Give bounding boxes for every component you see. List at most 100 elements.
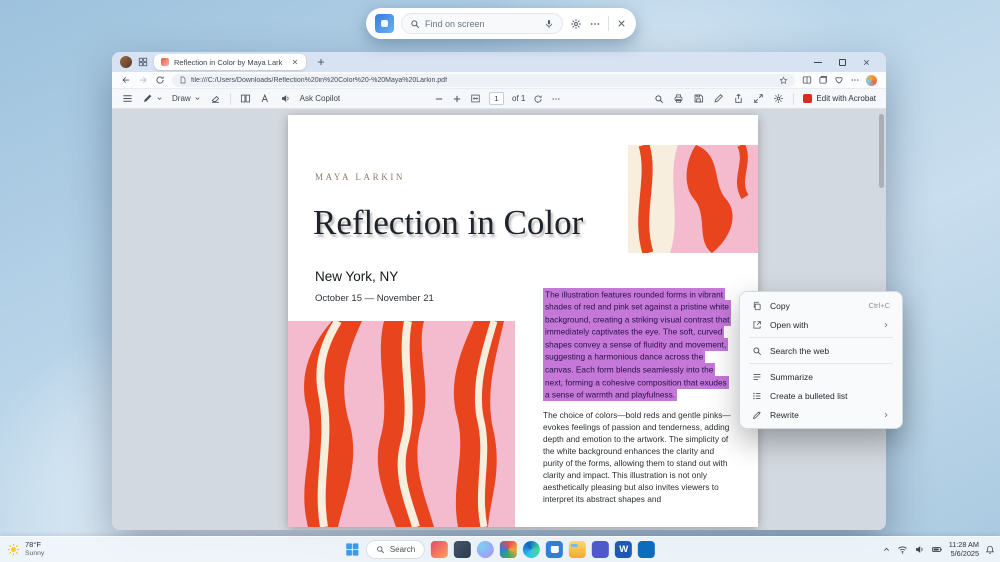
minimize-button[interactable] [806, 53, 830, 71]
edit-with-acrobat-button[interactable]: Edit with Acrobat [803, 94, 876, 103]
table-of-contents-icon[interactable] [122, 93, 133, 104]
profile-avatar[interactable] [120, 56, 132, 68]
ask-copilot-button[interactable]: Ask Copilot [300, 94, 340, 103]
draw-label: Draw [172, 94, 191, 103]
new-tab-button[interactable] [316, 57, 326, 67]
taskbar-clock[interactable]: 11:28 AM 5/6/2025 [949, 540, 979, 558]
favorites-star-icon[interactable] [779, 75, 788, 85]
body-paragraph[interactable]: The choice of colors—bold reds and gentl… [543, 410, 733, 505]
zoom-in-icon[interactable] [452, 94, 462, 104]
tab-strip: Reflection in Color by Maya Lark [112, 52, 886, 72]
copilot-vision-icon[interactable] [375, 14, 394, 33]
notifications-bell-icon[interactable] [985, 545, 995, 555]
summarize-icon [752, 372, 762, 382]
context-menu-open-with[interactable]: Open with [744, 315, 898, 334]
taskbar-app-file-explorer-icon[interactable] [569, 541, 587, 558]
context-menu: Copy Ctrl+C Open with Search the web Sum… [739, 291, 903, 429]
forward-icon[interactable] [138, 75, 148, 85]
search-icon [376, 545, 385, 554]
taskbar-search-box[interactable]: Search [365, 540, 426, 559]
more-tools-icon[interactable] [551, 94, 561, 104]
page-number-input[interactable] [489, 92, 504, 105]
print-icon[interactable] [673, 93, 684, 104]
volume-icon[interactable] [914, 544, 925, 555]
window-close-button[interactable] [854, 53, 878, 71]
browser-more-icon[interactable] [850, 75, 860, 85]
address-bar: file:///C:/Users/Downloads/Reflection%20… [112, 72, 886, 89]
taskbar-app-word-icon[interactable]: W [615, 541, 633, 558]
taskbar-app-photos-icon[interactable] [431, 541, 449, 558]
page-view-icon[interactable] [240, 93, 251, 104]
taskbar-app-outlook-icon[interactable] [638, 541, 656, 558]
acrobat-icon [803, 94, 813, 103]
scrollbar-thumb[interactable] [879, 114, 884, 188]
search-icon [410, 19, 420, 29]
refresh-icon[interactable] [155, 75, 165, 85]
taskbar-app-edge-icon[interactable] [523, 541, 541, 558]
weather-condition: Sunny [25, 549, 45, 557]
share-icon[interactable] [733, 93, 744, 104]
window-controls [806, 53, 878, 71]
read-aloud-icon[interactable] [280, 93, 291, 104]
pen-icon [142, 93, 153, 104]
zoom-out-icon[interactable] [434, 94, 444, 104]
start-button[interactable] [345, 542, 360, 557]
active-tab[interactable]: Reflection in Color by Maya Lark [154, 54, 306, 70]
taskbar-app-store-icon[interactable] [546, 541, 564, 558]
find-in-document-icon[interactable] [654, 94, 664, 104]
context-menu-search-web[interactable]: Search the web [744, 341, 898, 360]
context-menu-rewrite[interactable]: Rewrite [744, 405, 898, 424]
collections-icon[interactable] [818, 75, 828, 85]
rotate-icon[interactable] [533, 94, 543, 104]
fullscreen-icon[interactable] [753, 93, 764, 104]
taskbar: 78°F Sunny Search W 11:28 AM 5/6/2025 [0, 536, 1000, 562]
document-location: New York, NY [315, 269, 399, 284]
taskbar-app-microsoft-365-icon[interactable] [500, 541, 518, 558]
url-field[interactable]: file:///C:/Users/Downloads/Reflection%20… [172, 73, 795, 87]
open-with-icon [752, 320, 762, 330]
eraser-icon[interactable] [210, 93, 221, 104]
battery-icon[interactable] [931, 544, 943, 555]
artwork-top-right [628, 145, 758, 253]
browser-essentials-heart-icon[interactable] [834, 75, 844, 85]
text-size-icon[interactable] [260, 93, 271, 104]
system-tray: 11:28 AM 5/6/2025 [882, 537, 995, 562]
wifi-icon[interactable] [897, 544, 908, 555]
taskbar-app-teams-icon[interactable] [592, 541, 610, 558]
pen-tool[interactable] [142, 93, 163, 104]
workspaces-icon[interactable] [138, 57, 148, 67]
microphone-icon[interactable] [544, 19, 554, 29]
tray-chevron-up-icon[interactable] [882, 545, 891, 554]
clock-date: 5/6/2025 [950, 548, 979, 558]
more-options-icon[interactable] [589, 18, 601, 30]
document-icon [179, 76, 187, 84]
edit-icon[interactable] [713, 93, 724, 104]
taskbar-app-settings-icon[interactable] [454, 541, 472, 558]
save-icon[interactable] [693, 93, 704, 104]
taskbar-app-copilot-icon[interactable] [477, 541, 495, 558]
taskbar-weather-widget[interactable]: 78°F Sunny [7, 537, 44, 562]
menu-separator [749, 337, 893, 338]
artwork-bottom-left [288, 321, 515, 527]
settings-gear-icon[interactable] [570, 18, 582, 30]
url-text: file:///C:/Users/Downloads/Reflection%20… [191, 76, 448, 84]
maximize-button[interactable] [830, 53, 854, 71]
chevron-down-icon [194, 95, 201, 102]
tab-close-icon[interactable] [291, 58, 299, 66]
back-icon[interactable] [121, 75, 131, 85]
draw-menu[interactable]: Draw [172, 94, 201, 103]
split-screen-icon[interactable] [802, 75, 812, 85]
context-menu-summarize[interactable]: Summarize [744, 367, 898, 386]
pdf-settings-gear-icon[interactable] [773, 93, 784, 104]
edit-with-acrobat-label: Edit with Acrobat [816, 94, 876, 103]
context-menu-create-bulleted-list[interactable]: Create a bulleted list [744, 386, 898, 405]
pdf-page[interactable]: MAYA LARKIN Reflection in Color New York… [288, 115, 758, 527]
highlighted-paragraph[interactable]: The illustration features rounded forms … [543, 287, 733, 402]
submenu-chevron-icon [882, 321, 890, 329]
find-on-screen-searchbox[interactable] [401, 13, 563, 34]
fit-to-width-icon[interactable] [470, 93, 481, 104]
close-icon[interactable] [616, 18, 627, 29]
context-menu-copy[interactable]: Copy Ctrl+C [744, 296, 898, 315]
find-on-screen-input[interactable] [425, 18, 539, 29]
browser-profile-avatar[interactable] [866, 74, 877, 86]
